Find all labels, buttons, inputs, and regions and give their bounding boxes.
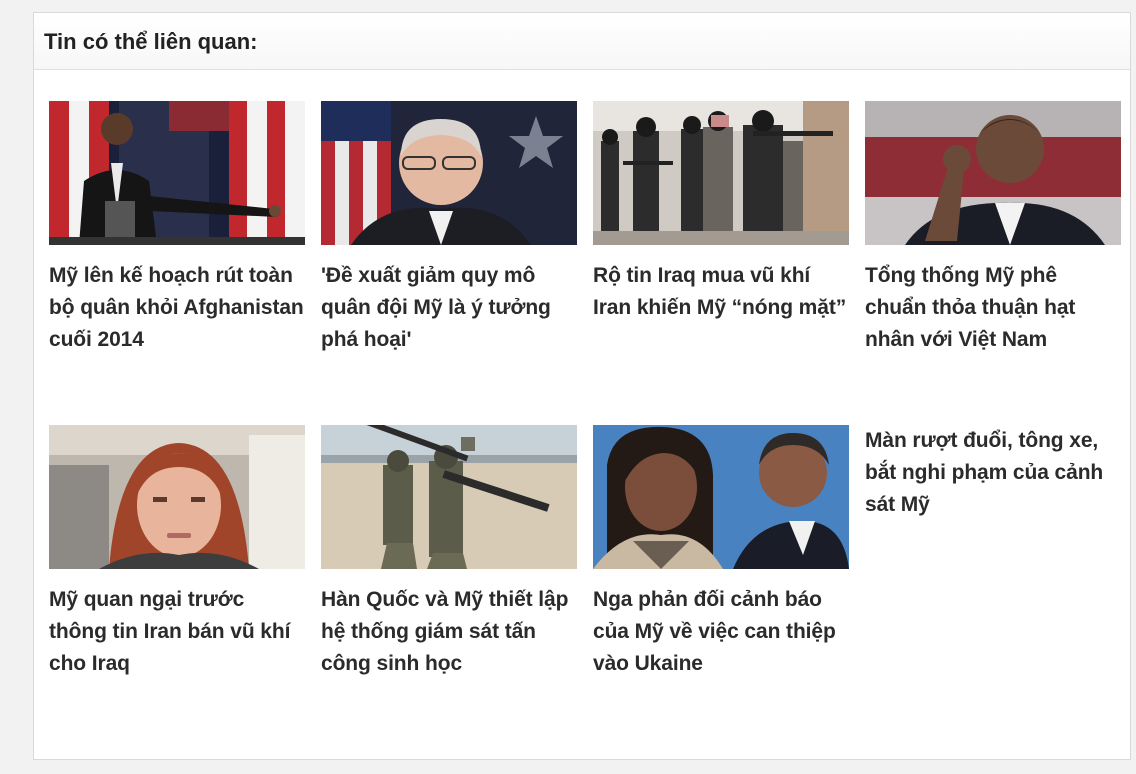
article-thumbnail[interactable] <box>593 425 849 569</box>
article-item[interactable]: Mỹ lên kế hoạch rút toàn bộ quân khỏi Af… <box>49 101 305 356</box>
article-item[interactable]: Mỹ quan ngại trước thông tin Iran bán vũ… <box>49 425 305 680</box>
article-title[interactable]: 'Đề xuất giảm quy mô quân đội Mỹ là ý tư… <box>321 260 577 356</box>
article-title[interactable]: Mỹ quan ngại trước thông tin Iran bán vũ… <box>49 584 305 680</box>
article-item[interactable]: 'Đề xuất giảm quy mô quân đội Mỹ là ý tư… <box>321 101 577 356</box>
article-item[interactable]: Nga phản đối cảnh báo của Mỹ về việc can… <box>593 425 849 680</box>
panel-header: Tin có thể liên quan: <box>34 13 1130 70</box>
related-news-panel: Tin có thể liên quan: Mỹ lên kế hoạch rú… <box>33 12 1131 760</box>
article-thumbnail[interactable] <box>49 101 305 245</box>
article-thumbnail[interactable] <box>865 101 1121 245</box>
article-thumbnail[interactable] <box>593 101 849 245</box>
article-title[interactable]: Rộ tin Iraq mua vũ khí Iran khiến Mỹ “nó… <box>593 260 849 324</box>
article-title[interactable]: Màn rượt đuổi, tông xe, bắt nghi phạm củ… <box>865 425 1121 521</box>
article-thumbnail[interactable] <box>321 101 577 245</box>
section-title: Tin có thể liên quan: <box>44 29 258 54</box>
article-title[interactable]: Tổng thống Mỹ phê chuẩn thỏa thuận hạt n… <box>865 260 1121 356</box>
article-item[interactable]: Hàn Quốc và Mỹ thiết lập hệ thống giám s… <box>321 425 577 680</box>
article-item[interactable]: Rộ tin Iraq mua vũ khí Iran khiến Mỹ “nó… <box>593 101 849 324</box>
article-thumbnail[interactable] <box>49 425 305 569</box>
article-title[interactable]: Mỹ lên kế hoạch rút toàn bộ quân khỏi Af… <box>49 260 305 356</box>
article-title[interactable]: Nga phản đối cảnh báo của Mỹ về việc can… <box>593 584 849 680</box>
article-thumbnail[interactable] <box>321 425 577 569</box>
article-title[interactable]: Hàn Quốc và Mỹ thiết lập hệ thống giám s… <box>321 584 577 680</box>
article-item[interactable]: Màn rượt đuổi, tông xe, bắt nghi phạm củ… <box>865 425 1121 521</box>
article-item[interactable]: Tổng thống Mỹ phê chuẩn thỏa thuận hạt n… <box>865 101 1121 356</box>
